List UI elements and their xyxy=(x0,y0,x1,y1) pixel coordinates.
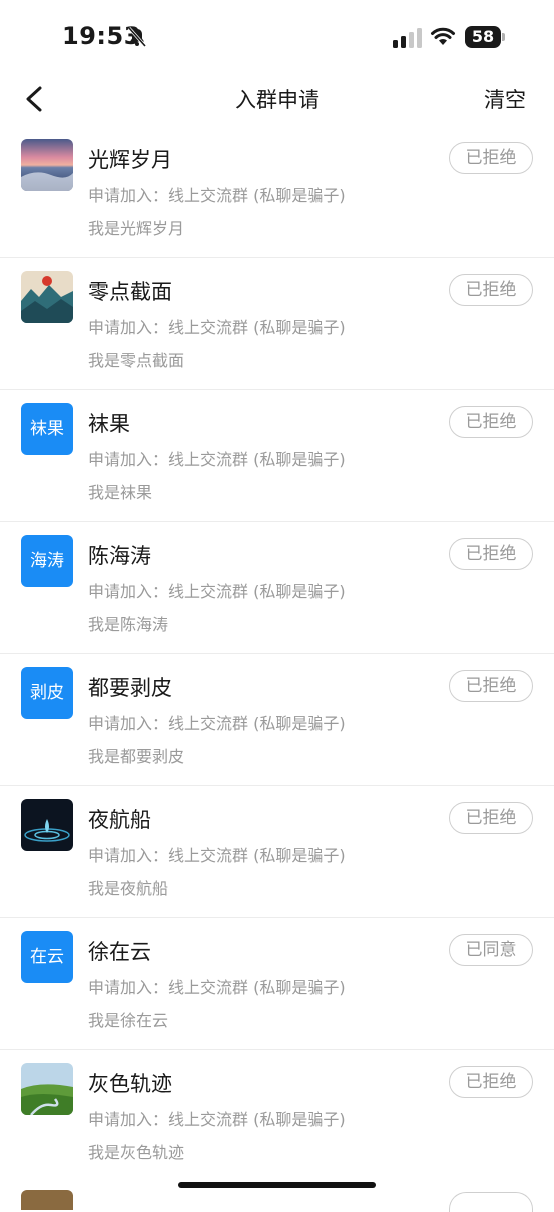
applicant-name: 灰色轨迹 xyxy=(88,1072,172,1096)
request-row[interactable]: 剥皮 都要剥皮 申请加入：线上交流群 (私聊是骗子) 我是都要剥皮 已拒绝 xyxy=(0,654,554,786)
apply-message: 我是灰色轨迹 xyxy=(88,1143,185,1162)
apply-group-text: 申请加入：线上交流群 (私聊是骗子) xyxy=(88,318,346,337)
request-status-badge: 已拒绝 xyxy=(449,1066,533,1098)
apply-group-text: 申请加入：线上交流群 (私聊是骗子) xyxy=(88,846,346,865)
apply-group-text: 申请加入：线上交流群 (私聊是骗子) xyxy=(88,714,346,733)
apply-group-text: 申请加入：线上交流群 (私聊是骗子) xyxy=(88,450,346,469)
page-title: 入群申请 xyxy=(235,88,319,112)
request-status-badge: 已同意 xyxy=(449,934,533,966)
request-row[interactable]: 袜果 袜果 申请加入：线上交流群 (私聊是骗子) 我是袜果 已拒绝 xyxy=(0,390,554,522)
home-indicator[interactable] xyxy=(178,1182,376,1188)
request-row[interactable]: 在云 徐在云 申请加入：线上交流群 (私聊是骗子) 我是徐在云 已同意 xyxy=(0,918,554,1050)
apply-group-text: 申请加入：线上交流群 (私聊是骗子) xyxy=(88,1110,346,1129)
apply-message: 我是零点截面 xyxy=(88,351,185,370)
wifi-icon xyxy=(431,27,455,45)
request-status-badge: 已拒绝 xyxy=(449,142,533,174)
status-bar: 19:53 58 xyxy=(0,0,554,74)
request-status-badge: 已拒绝 xyxy=(449,538,533,570)
clear-button[interactable]: 清空 xyxy=(484,84,526,114)
apply-group-text: 申请加入：线上交流群 (私聊是骗子) xyxy=(88,186,346,205)
applicant-name: 陈海涛 xyxy=(88,544,151,568)
request-status-badge: 已拒绝 xyxy=(449,274,533,306)
applicant-name: 都要剥皮 xyxy=(88,676,172,700)
apply-group-text: 申请加入：线上交流群 (私聊是骗子) xyxy=(88,978,346,997)
avatar-sunset-sea-image xyxy=(21,139,73,191)
avatar-ink-mountain-image xyxy=(21,271,73,323)
avatar-text: 剥皮 xyxy=(21,667,73,719)
avatar-green-valley-image xyxy=(21,1063,73,1115)
avatar-text: 海涛 xyxy=(21,535,73,587)
apply-message: 我是徐在云 xyxy=(88,1011,169,1030)
apply-message: 我是夜航船 xyxy=(88,879,169,898)
apply-message: 我是都要剥皮 xyxy=(88,747,185,766)
cellular-signal-icon xyxy=(393,28,422,48)
request-row[interactable]: 夜航船 申请加入：线上交流群 (私聊是骗子) 我是夜航船 已拒绝 xyxy=(0,786,554,918)
applicant-name: 夜航船 xyxy=(88,808,151,832)
bell-muted-icon xyxy=(127,27,147,47)
battery-level: 58 xyxy=(465,26,501,48)
request-row[interactable]: 零点截面 申请加入：线上交流群 (私聊是骗子) 我是零点截面 已拒绝 xyxy=(0,258,554,390)
request-row[interactable]: 灰色轨迹 申请加入：线上交流群 (私聊是骗子) 我是灰色轨迹 已拒绝 xyxy=(0,1050,554,1181)
avatar-water-drop-image xyxy=(21,799,73,851)
request-row[interactable]: 海涛 陈海涛 申请加入：线上交流群 (私聊是骗子) 我是陈海涛 已拒绝 xyxy=(0,522,554,654)
avatar-partial-image xyxy=(21,1190,73,1210)
request-status-badge: 已拒绝 xyxy=(449,670,533,702)
request-status-badge-partial xyxy=(449,1192,533,1212)
join-request-list: 光辉岁月 申请加入：线上交流群 (私聊是骗子) 我是光辉岁月 已拒绝 零点截面 … xyxy=(0,126,554,1181)
applicant-name: 零点截面 xyxy=(88,280,172,304)
apply-message: 我是光辉岁月 xyxy=(88,219,185,238)
request-status-badge: 已拒绝 xyxy=(449,406,533,438)
avatar-text: 袜果 xyxy=(21,403,73,455)
apply-message: 我是袜果 xyxy=(88,483,153,502)
battery-icon: 58 xyxy=(465,26,507,48)
applicant-name: 袜果 xyxy=(88,412,130,436)
apply-group-text: 申请加入：线上交流群 (私聊是骗子) xyxy=(88,582,346,601)
nav-bar: 入群申请 清空 xyxy=(0,74,554,124)
avatar-text: 在云 xyxy=(21,931,73,983)
applicant-name: 光辉岁月 xyxy=(88,148,172,172)
apply-message: 我是陈海涛 xyxy=(88,615,169,634)
request-status-badge: 已拒绝 xyxy=(449,802,533,834)
applicant-name: 徐在云 xyxy=(88,940,151,964)
request-row[interactable]: 光辉岁月 申请加入：线上交流群 (私聊是骗子) 我是光辉岁月 已拒绝 xyxy=(0,126,554,258)
